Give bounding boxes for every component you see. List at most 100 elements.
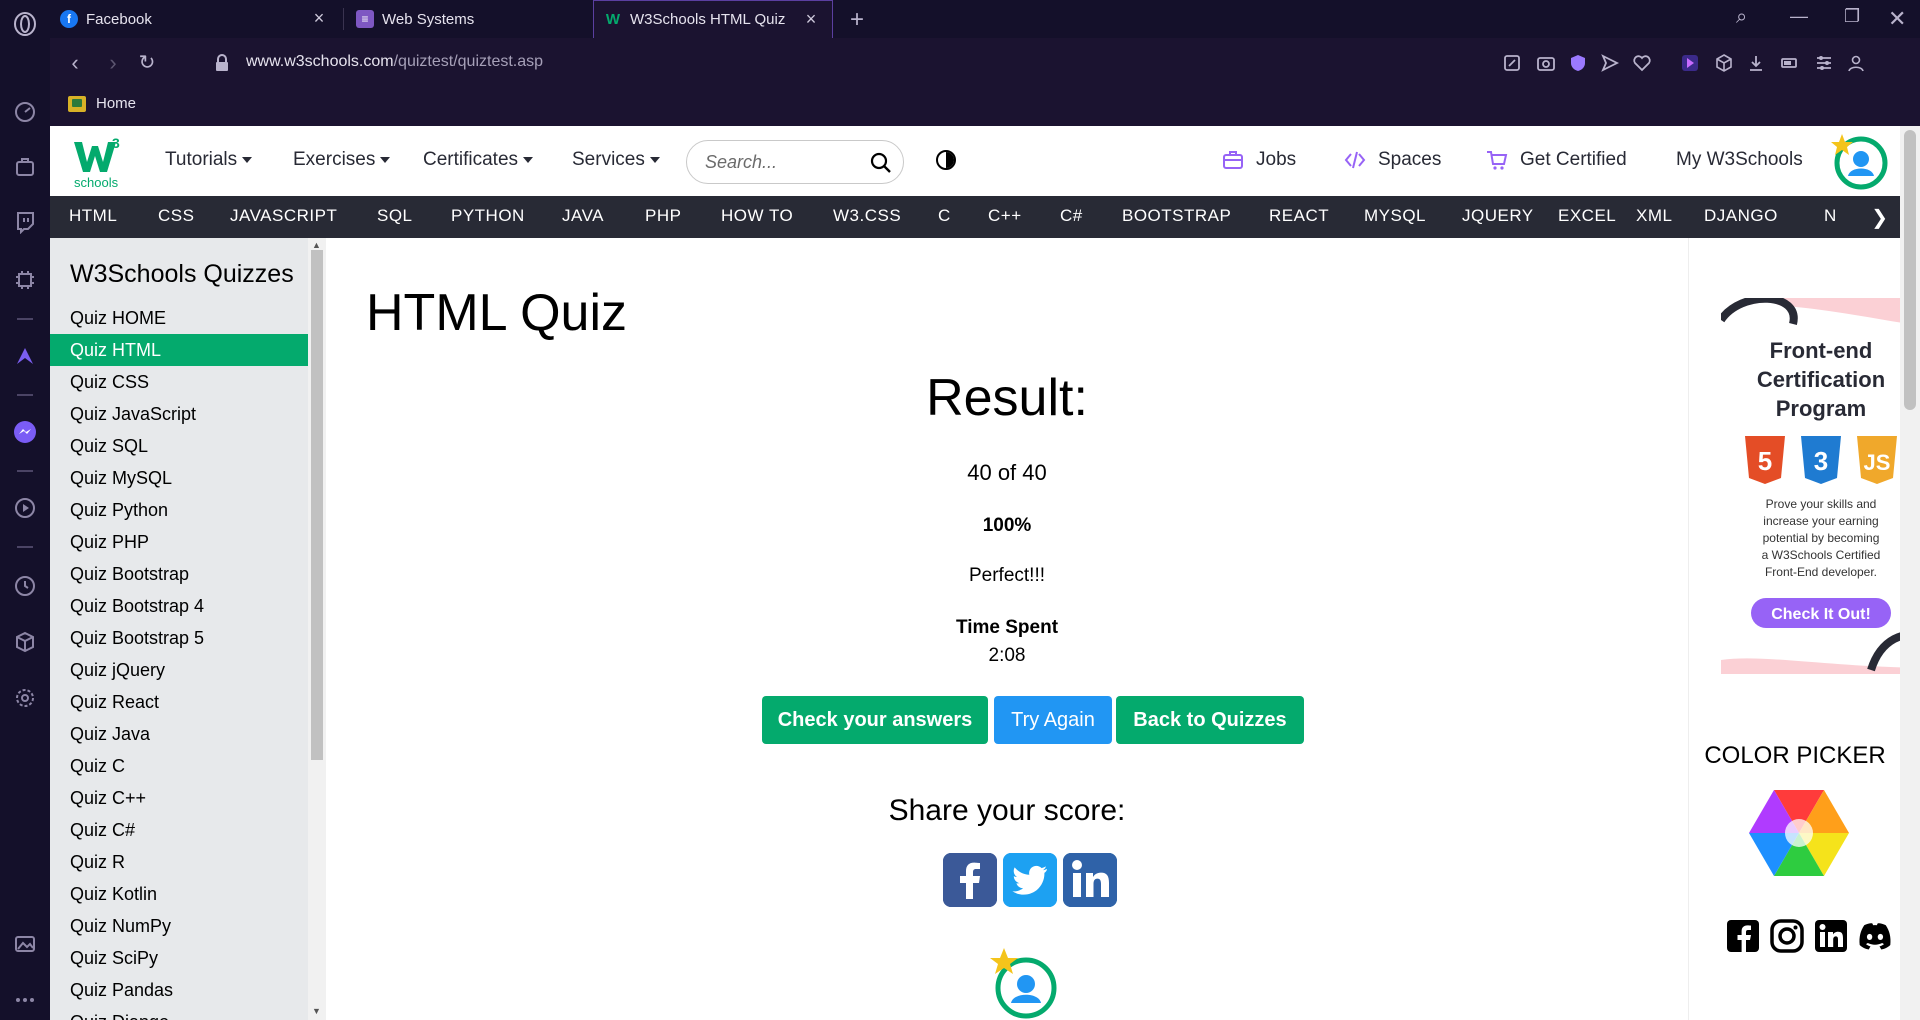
sidebar-item[interactable]: Quiz Bootstrap: [50, 558, 308, 590]
forward-icon[interactable]: ›: [100, 50, 126, 76]
sidebar-item[interactable]: Quiz HTML: [50, 334, 308, 366]
cube-icon[interactable]: [1714, 53, 1734, 73]
sidebar-item[interactable]: Quiz SQL: [50, 430, 308, 462]
color-picker-title[interactable]: COLOR PICKER: [1689, 742, 1900, 770]
subject-link[interactable]: JAVA: [562, 206, 604, 226]
easy-setup-icon[interactable]: [1814, 53, 1834, 73]
menu-services[interactable]: Services: [572, 149, 660, 171]
subject-link[interactable]: HTML: [69, 206, 117, 226]
subject-link[interactable]: BOOTSTRAP: [1122, 206, 1231, 226]
aria-icon[interactable]: [13, 344, 37, 368]
subject-link[interactable]: JAVASCRIPT: [230, 206, 337, 226]
player-icon[interactable]: [13, 496, 37, 520]
linkedin-icon[interactable]: [1813, 918, 1849, 954]
camera-icon[interactable]: [1536, 53, 1556, 73]
subject-link[interactable]: EXCEL: [1558, 206, 1616, 226]
search-icon[interactable]: [869, 151, 893, 175]
close-window-icon[interactable]: ✕: [1888, 6, 1906, 32]
subject-link[interactable]: C: [938, 206, 951, 226]
new-tab-button[interactable]: +: [850, 6, 864, 34]
subject-link[interactable]: MYSQL: [1364, 206, 1426, 226]
battery-icon[interactable]: [1780, 53, 1800, 73]
subject-link[interactable]: PYTHON: [451, 206, 525, 226]
vpn-shield-icon[interactable]: [1568, 53, 1588, 73]
download-icon[interactable]: [1746, 53, 1766, 73]
sidebar-item[interactable]: Quiz PHP: [50, 526, 308, 558]
subject-link[interactable]: REACT: [1269, 206, 1329, 226]
close-icon[interactable]: ×: [802, 10, 820, 28]
sidebar-item[interactable]: Quiz JavaScript: [50, 398, 308, 430]
subject-link[interactable]: PHP: [645, 206, 681, 226]
menu-exercises[interactable]: Exercises: [293, 149, 391, 171]
w3schools-logo-icon[interactable]: 3 schools: [72, 134, 126, 190]
subject-link[interactable]: XML: [1636, 206, 1672, 226]
scrollbar-thumb[interactable]: [311, 250, 323, 760]
share-linkedin-icon[interactable]: [1063, 853, 1117, 907]
opera-logo-icon[interactable]: [13, 12, 37, 36]
certification-ad[interactable]: Front-end Certification Program 5 3 JS P…: [1721, 298, 1900, 674]
restore-icon[interactable]: ❐: [1844, 6, 1860, 27]
subject-link[interactable]: CSS: [158, 206, 194, 226]
speed-dial-icon[interactable]: [13, 100, 37, 124]
sidebar-item[interactable]: Quiz React: [50, 686, 308, 718]
sidebar-item[interactable]: Quiz MySQL: [50, 462, 308, 494]
chip-icon[interactable]: [13, 268, 37, 292]
sidebar-item[interactable]: Quiz Python: [50, 494, 308, 526]
instagram-icon[interactable]: [1769, 918, 1805, 954]
search-input[interactable]: [705, 150, 855, 174]
sidebar-item[interactable]: Quiz SciPy: [50, 942, 308, 974]
link-get-certified[interactable]: Get Certified: [1486, 149, 1627, 171]
subject-link[interactable]: DJANGO: [1704, 206, 1778, 226]
tab-w3schools-quiz[interactable]: W W3Schools HTML Quiz ×: [593, 0, 833, 38]
share-twitter-icon[interactable]: [1003, 853, 1057, 907]
link-my-w3schools[interactable]: My W3Schools: [1676, 149, 1803, 171]
color-picker-icon[interactable]: [1749, 788, 1849, 878]
reload-icon[interactable]: ↻: [134, 50, 160, 76]
gallery-icon[interactable]: [13, 932, 37, 956]
sidebar-item[interactable]: Quiz R: [50, 846, 308, 878]
subject-link[interactable]: JQUERY: [1462, 206, 1534, 226]
sidebar-item[interactable]: Quiz C: [50, 750, 308, 782]
sidebar-item[interactable]: Quiz Django: [50, 1006, 308, 1020]
back-icon[interactable]: ‹: [62, 50, 88, 76]
tab-facebook[interactable]: f Facebook ×: [50, 0, 340, 38]
share-facebook-icon[interactable]: [943, 853, 997, 907]
back-to-quizzes-button[interactable]: Back to Quizzes: [1116, 696, 1304, 744]
workspaces-icon[interactable]: [13, 155, 37, 179]
user-avatar-icon[interactable]: [1830, 132, 1888, 190]
profile-icon[interactable]: [1846, 53, 1866, 73]
try-again-button[interactable]: Try Again: [994, 696, 1112, 744]
sidebar-item[interactable]: Quiz Pandas: [50, 974, 308, 1006]
sidebar-item[interactable]: Quiz NumPy: [50, 910, 308, 942]
sidebar-item[interactable]: Quiz jQuery: [50, 654, 308, 686]
sidebar-item[interactable]: Quiz Java: [50, 718, 308, 750]
sidebar-item[interactable]: Quiz Bootstrap 5: [50, 622, 308, 654]
subject-link[interactable]: HOW TO: [721, 206, 793, 226]
subject-link[interactable]: W3.CSS: [833, 206, 901, 226]
settings-icon[interactable]: [13, 686, 37, 710]
scroll-down-icon[interactable]: ▼: [312, 1006, 321, 1016]
close-icon[interactable]: ×: [310, 9, 328, 27]
sidebar-item[interactable]: Quiz C#: [50, 814, 308, 846]
more-icon[interactable]: [13, 988, 37, 1012]
check-answers-button[interactable]: Check your answers: [762, 696, 988, 744]
heart-icon[interactable]: [1632, 53, 1652, 73]
edit-page-icon[interactable]: [1502, 53, 1522, 73]
search-tabs-icon[interactable]: ⌕: [1736, 6, 1747, 29]
history-icon[interactable]: [13, 574, 37, 598]
minimize-icon[interactable]: —: [1790, 6, 1808, 27]
sidebar-item[interactable]: Quiz CSS: [50, 366, 308, 398]
subject-link[interactable]: SQL: [377, 206, 413, 226]
menu-certificates[interactable]: Certificates: [423, 149, 534, 171]
url-field[interactable]: www.w3schools.com/quiztest/quiztest.asp: [246, 53, 543, 71]
scrollbar-thumb[interactable]: [1904, 130, 1916, 410]
link-spaces[interactable]: Spaces: [1344, 149, 1441, 171]
subject-link[interactable]: C#: [1060, 206, 1083, 226]
menu-tutorials[interactable]: Tutorials: [165, 149, 253, 171]
sidebar-item[interactable]: Quiz Kotlin: [50, 878, 308, 910]
messenger-icon[interactable]: [13, 420, 37, 444]
extensions-icon[interactable]: [13, 630, 37, 654]
contrast-toggle-icon[interactable]: [936, 150, 956, 170]
twitch-icon[interactable]: [13, 210, 37, 235]
facebook-icon[interactable]: [1725, 918, 1761, 954]
